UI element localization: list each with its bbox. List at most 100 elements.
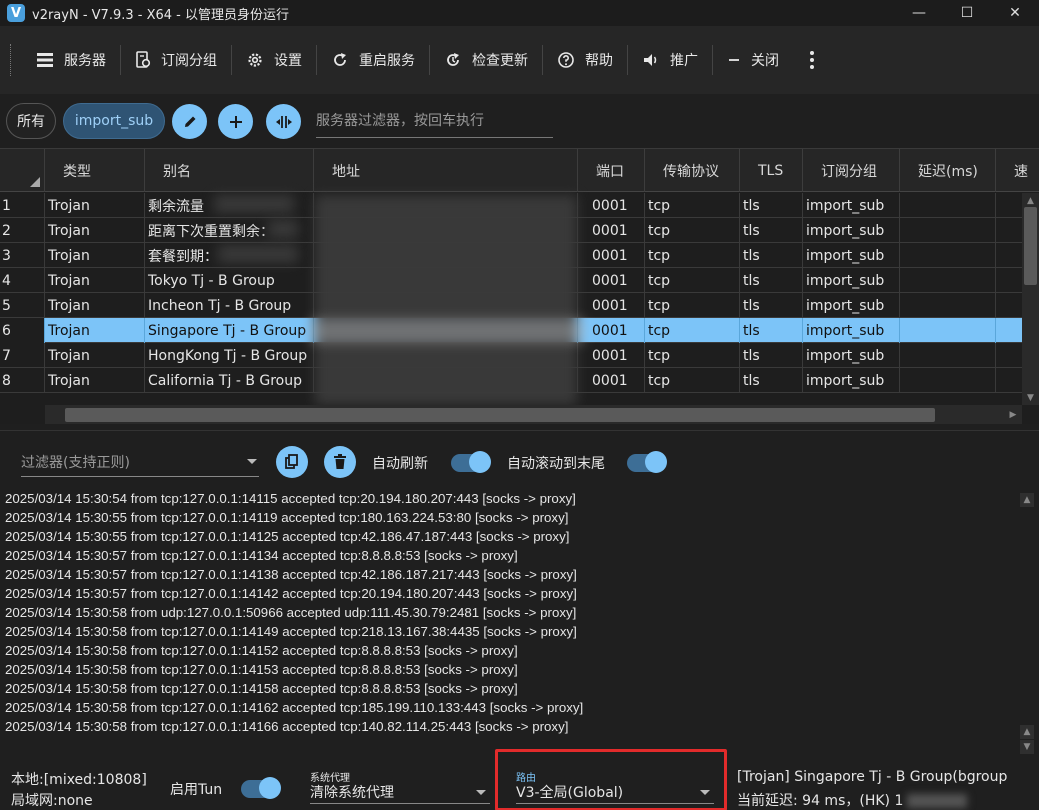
close-button[interactable]: 关闭 [713,40,793,80]
scroll-down-icon[interactable]: ▼ [1020,740,1034,754]
row-index: 1 [0,193,45,218]
column-header-transport[interactable]: 传输协议 [645,149,740,192]
column-header-speed[interactable]: 速 [996,149,1039,192]
column-header-port[interactable]: 端口 [578,149,645,192]
close-window-button[interactable]: ✕ [991,0,1039,26]
tun-toggle[interactable] [241,777,281,799]
pencil-icon [184,116,195,127]
row-port: 0001 [578,318,645,343]
restart-service-button[interactable]: 重启服务 [317,40,429,80]
copy-log-button[interactable] [276,446,308,478]
add-group-button[interactable] [218,104,253,139]
row-tls: tls [740,343,803,368]
row-tls: tls [740,318,803,343]
restart-service-label: 重启服务 [359,53,415,69]
log-line: 2025/03/14 15:30:54 from tcp:127.0.0.1:1… [5,491,576,506]
lan-status: 局域网:none [11,793,93,809]
column-header-alias[interactable]: 别名 [145,149,314,192]
move-group-button[interactable] [266,104,301,139]
scroll-down-icon[interactable]: ▼ [1024,391,1037,404]
row-type: Trojan [45,243,145,268]
settings-button[interactable]: 设置 [232,40,316,80]
restart-icon [334,53,346,66]
toggle-knob [469,451,491,473]
column-header-tls[interactable]: TLS [740,149,803,192]
copy-icon [285,454,298,469]
arrows-horizontal-icon [275,115,292,128]
current-latency-text: 当前延迟: 94 ms，(HK) 1 [737,793,904,809]
row-port: 0001 [578,268,645,293]
group-chip-import-sub[interactable]: import_sub [63,103,165,139]
column-header-type[interactable]: 类型 [45,149,145,192]
clear-log-button[interactable] [324,446,356,478]
log-vertical-scrollbar[interactable]: ▲ ▲ ▼ [1018,493,1035,756]
scroll-up-icon[interactable]: ▲ [1020,725,1034,739]
check-update-button[interactable]: 检查更新 [430,40,542,80]
toolbar-grip [10,44,12,76]
scrollbar-thumb[interactable] [1024,207,1037,285]
routing-select[interactable]: V3-全局(Global) [516,780,714,804]
server-filter-input[interactable] [316,104,553,138]
row-alias: Singapore Tj - B Group [145,318,314,343]
gear-icon [248,53,262,67]
select-all-corner[interactable] [0,149,45,192]
scroll-up-icon[interactable]: ▲ [1024,194,1037,207]
scroll-up-icon[interactable]: ▲ [1020,493,1034,507]
subscription-group-label: 订阅分组 [161,53,217,69]
row-subscription: import_sub [803,218,900,243]
log-line: 2025/03/14 15:30:57 from tcp:127.0.0.1:1… [5,567,577,582]
speaker-icon [644,54,657,66]
log-line: 2025/03/14 15:30:58 from tcp:127.0.0.1:1… [5,681,518,696]
check-update-label: 检查更新 [472,53,528,69]
scroll-right-icon[interactable]: ▶ [1006,408,1020,422]
subscription-group-button[interactable]: 订阅分组 [121,40,231,80]
server-filter-bar: 所有 import_sub [0,94,1039,148]
row-index: 3 [0,243,45,268]
row-transport: tcp [645,243,740,268]
table-horizontal-scrollbar[interactable]: ▶ [45,405,1022,424]
edit-group-button[interactable] [172,104,207,139]
auto-refresh-label: 自动刷新 [372,456,428,472]
row-type: Trojan [45,318,145,343]
scrollbar-thumb[interactable] [65,408,935,422]
table-vertical-scrollbar[interactable]: ▲ ▼ [1022,193,1039,405]
row-transport: tcp [645,368,740,393]
column-header-latency[interactable]: 延迟(ms) [900,149,996,192]
row-index: 6 [0,318,45,343]
current-latency: 当前延迟: 94 ms，(HK) 1 [737,790,968,810]
row-subscription: import_sub [803,193,900,218]
group-chip-all[interactable]: 所有 [6,103,56,139]
auto-refresh-toggle[interactable] [451,451,491,473]
row-port: 0001 [578,293,645,318]
log-output[interactable]: 2025/03/14 15:30:54 from tcp:127.0.0.1:1… [5,489,1010,736]
log-line: 2025/03/14 15:30:57 from tcp:127.0.0.1:1… [5,586,577,601]
log-filter-combobox[interactable]: 过滤器(支持正则) [21,447,259,477]
row-subscription: import_sub [803,268,900,293]
row-tls: tls [740,243,803,268]
title-bar: V v2rayN - V7.9.3 - X64 - 以管理员身份运行 — ☐ ✕ [0,0,1039,26]
routing-value: V3-全局(Global) [516,784,624,801]
auto-scroll-toggle[interactable] [627,451,667,473]
minimize-button[interactable]: — [895,0,943,26]
row-subscription: import_sub [803,318,900,343]
subscription-icon [136,51,151,68]
log-line: 2025/03/14 15:30:58 from tcp:127.0.0.1:1… [5,719,569,734]
redaction-blur [315,195,577,405]
row-transport: tcp [645,318,740,343]
row-index: 8 [0,368,45,393]
servers-button[interactable]: 服务器 [22,40,120,80]
system-proxy-select[interactable]: 清除系统代理 [310,780,490,804]
log-filter-placeholder: 过滤器(支持正则) [21,454,130,471]
redaction-blur [310,319,585,343]
row-alias: California Tj - B Group [145,368,314,393]
more-menu-icon[interactable] [797,51,827,69]
column-header-subscription[interactable]: 订阅分组 [803,149,900,192]
row-type: Trojan [45,268,145,293]
maximize-button[interactable]: ☐ [943,0,991,26]
help-button[interactable]: 帮助 [543,40,627,80]
column-header-address[interactable]: 地址 [314,149,578,192]
current-server-info: [Trojan] Singapore Tj - B Group(bgroup [737,769,1008,785]
promote-button[interactable]: 推广 [628,40,712,80]
plus-icon [229,115,242,128]
promote-label: 推广 [670,53,698,69]
